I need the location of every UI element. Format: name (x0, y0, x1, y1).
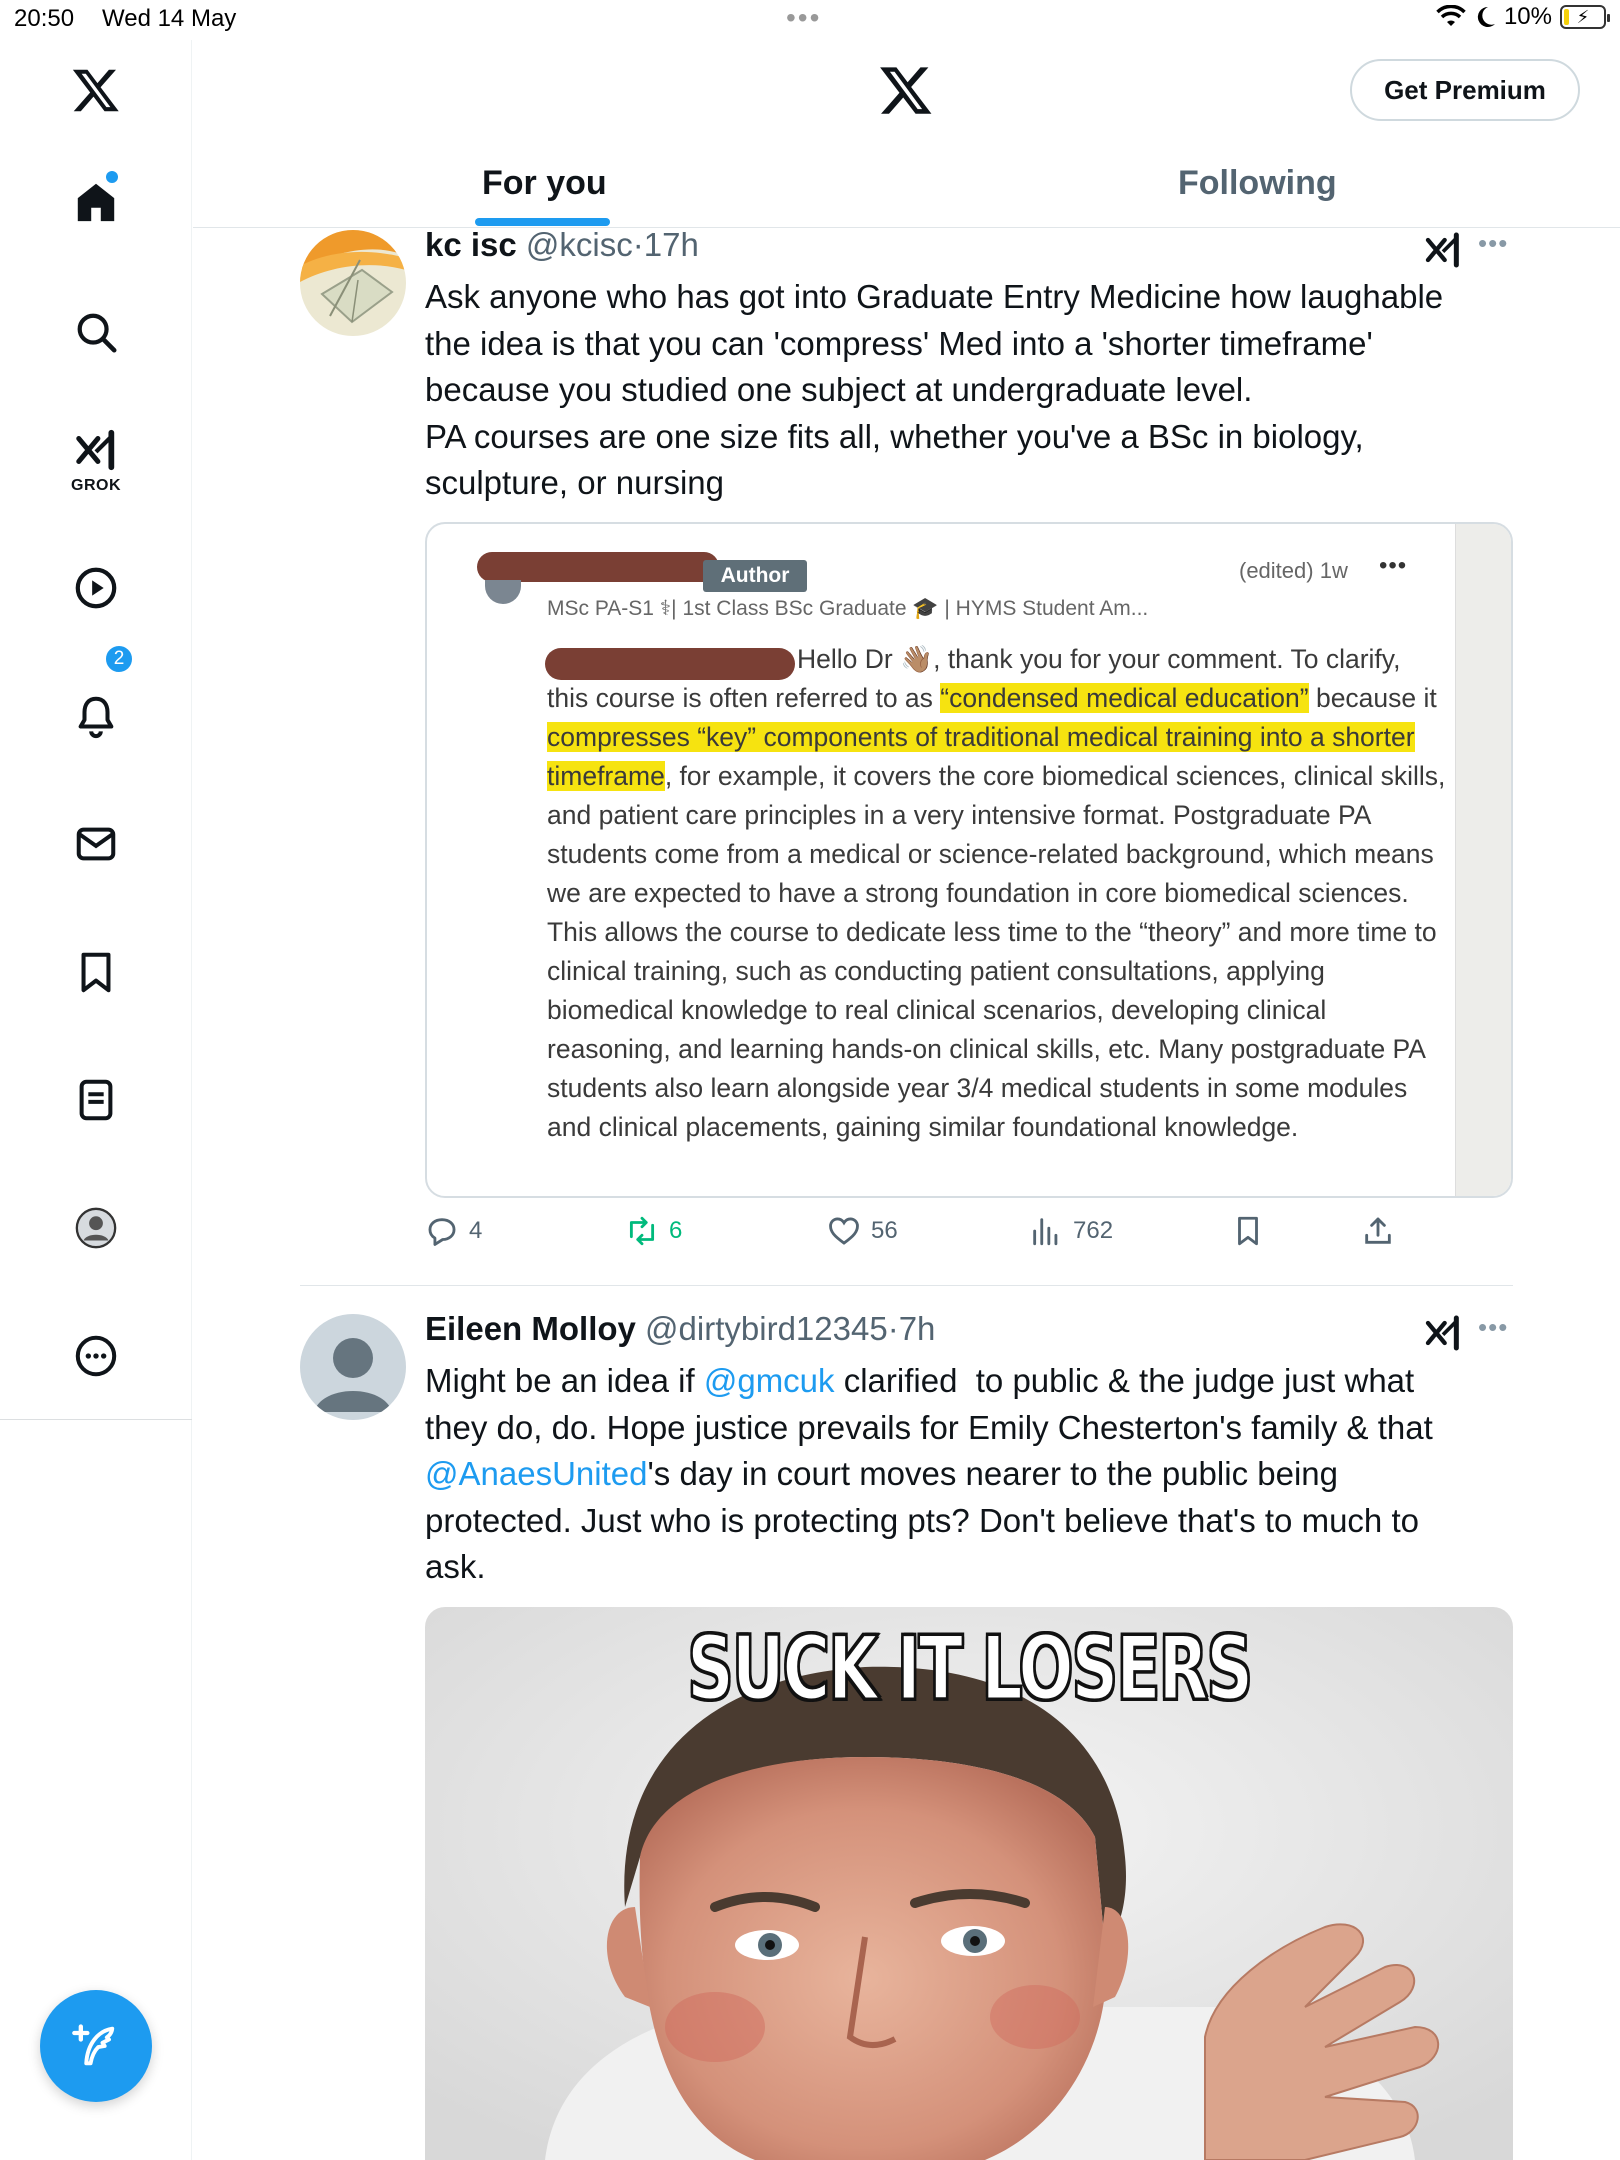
separator-dot: · (887, 1310, 899, 1347)
notification-badge: 2 (104, 644, 134, 674)
like-count: 56 (871, 1217, 898, 1244)
views-button[interactable]: 762 (1029, 1214, 1113, 1248)
timeline-tabs: For you Following (193, 150, 1620, 228)
repost-count: 6 (669, 1217, 683, 1244)
more-icon[interactable] (66, 1326, 126, 1386)
tweet-text-part: 's day in court moves nearer to the publ… (647, 1455, 1338, 1492)
tweet-text-part: Might be an idea if (425, 1362, 704, 1399)
wifi-icon (1436, 5, 1466, 26)
tweet-header: kc isc @kcisc·17h (425, 226, 699, 264)
tweet-line: Might be an idea if @gmcuk clarified to … (425, 1358, 1525, 1405)
mention-link[interactable]: @gmcuk (704, 1362, 835, 1399)
tweet-line: ask. (425, 1548, 486, 1585)
avatar[interactable] (300, 1314, 406, 1420)
battery-percent: 10% (1503, 3, 1552, 30)
search-icon[interactable] (66, 302, 126, 362)
grok-label: GROK (71, 477, 121, 494)
comment-more-icon: ••• (1379, 552, 1408, 579)
meme-image[interactable]: SUCK IT LOSERS (425, 1607, 1513, 2160)
author-name[interactable]: Eileen Molloy (425, 1310, 636, 1347)
status-indicators: 10% ⚡ (1436, 3, 1610, 31)
notifications-icon[interactable] (66, 686, 126, 746)
post-time[interactable]: 7h (899, 1310, 936, 1347)
repost-button[interactable]: 6 (625, 1214, 682, 1248)
reply-icon (428, 1218, 456, 1246)
compose-post-button[interactable] (40, 1990, 152, 2102)
status-time: 20:50 (14, 5, 75, 32)
like-button[interactable]: 56 (827, 1214, 898, 1248)
attached-screenshot[interactable]: Author MSc PA-S1 ⚕| 1st Class BSc Gradua… (425, 522, 1513, 1198)
moon-icon (1477, 6, 1495, 27)
sidebar-divider (0, 1419, 192, 1420)
comment-text: Hello Dr 👋🏽, thank you for your comment.… (797, 644, 1401, 674)
edited-label: (edited) 1w (1239, 558, 1348, 583)
reply-button[interactable]: 4 (425, 1214, 482, 1248)
author-name[interactable]: kc isc (425, 226, 517, 263)
comment-text: because it (1315, 683, 1437, 713)
comment-text: , for example, it covers the core biomed… (547, 761, 1446, 1142)
tweet-line: Ask anyone who has got into Graduate Ent… (425, 278, 1444, 315)
lists-icon[interactable] (66, 1070, 126, 1130)
more-options-icon[interactable]: ••• (1478, 1312, 1508, 1343)
post-time[interactable]: 17h (644, 226, 699, 263)
tweet-text: Might be an idea if @gmcuk clarified to … (425, 1358, 1525, 1591)
comment-body: Hello Dr 👋🏽, thank you for your comment.… (547, 640, 1447, 1147)
tweet-line: @AnaesUnited's day in court moves nearer… (425, 1451, 1525, 1498)
x-logo-icon[interactable] (66, 60, 126, 120)
share-icon (1365, 1217, 1391, 1244)
author-handle[interactable]: @dirtybird12345 (645, 1310, 888, 1347)
view-count: 762 (1073, 1217, 1114, 1244)
battery-icon: ⚡ (1560, 5, 1610, 29)
tweet-line: they do, do. Hope justice prevails for E… (425, 1408, 1433, 1446)
reply-count: 4 (469, 1217, 483, 1244)
highlighted-text: “condensed medical education” (940, 683, 1309, 713)
commenter-subtitle: MSc PA-S1 ⚕| 1st Class BSc Graduate 🎓 | … (547, 597, 1149, 620)
avatar[interactable] (300, 230, 406, 336)
tweet-divider (300, 1285, 1513, 1286)
grok-icon[interactable] (66, 420, 126, 480)
home-icon[interactable] (66, 172, 126, 232)
heart-icon (829, 1217, 859, 1245)
tweet-text: Ask anyone who has got into Graduate Ent… (425, 274, 1525, 507)
tweet-line: protected. Just who is protecting pts? D… (425, 1501, 1419, 1539)
get-premium-button[interactable]: Get Premium (1350, 59, 1580, 121)
meme-caption: SUCK IT LOSERS (686, 1616, 1254, 1722)
tweet-header: Eileen Molloy @dirtybird12345·7h (425, 1310, 935, 1348)
commenter-avatar (485, 580, 521, 604)
video-icon[interactable] (66, 558, 126, 618)
tab-for-you[interactable]: For you (482, 164, 607, 203)
separator-dot: · (632, 226, 644, 263)
bookmarks-icon[interactable] (66, 942, 126, 1002)
grok-icon[interactable] (1423, 230, 1463, 270)
status-bar: 20:50 Wed 14 May ••• 10% ⚡ (0, 0, 1620, 40)
tweet-line: the idea is that you can 'compress' Med … (425, 324, 1373, 362)
tweet-text-part: clarified to public & the judge just wha… (834, 1362, 1415, 1399)
views-icon (1033, 1218, 1058, 1246)
comment-text: this course is often referred to as (547, 683, 941, 713)
tweet-line: sculpture, or nursing (425, 464, 724, 501)
share-button[interactable] (1361, 1214, 1395, 1248)
tweet-line: because you studied one subject at under… (425, 371, 1253, 408)
grok-icon[interactable] (1423, 1313, 1463, 1353)
author-tag: Author (703, 560, 807, 592)
tweet-actions: 4 6 56 762 (425, 1214, 1425, 1260)
repost-icon (629, 1216, 655, 1246)
x-logo-icon[interactable] (878, 62, 934, 123)
bookmark-icon (1238, 1216, 1258, 1246)
screenshot-scrollbar (1455, 524, 1511, 1196)
tab-following[interactable]: Following (1178, 164, 1337, 203)
active-tab-indicator (475, 218, 610, 226)
author-handle[interactable]: @kcisc (526, 226, 633, 263)
tweet-line: PA courses are one size fits all, whethe… (425, 417, 1364, 455)
mention-link[interactable]: @AnaesUnited (425, 1455, 647, 1492)
redacted-name (477, 552, 719, 582)
multitasking-dots-icon[interactable]: ••• (786, 2, 821, 34)
messages-icon[interactable] (66, 814, 126, 874)
bookmark-button[interactable] (1231, 1214, 1265, 1248)
status-date: Wed 14 May (102, 5, 237, 32)
compose-icon (72, 2024, 115, 2066)
profile-icon[interactable] (66, 1198, 126, 1258)
more-options-icon[interactable]: ••• (1478, 228, 1508, 259)
